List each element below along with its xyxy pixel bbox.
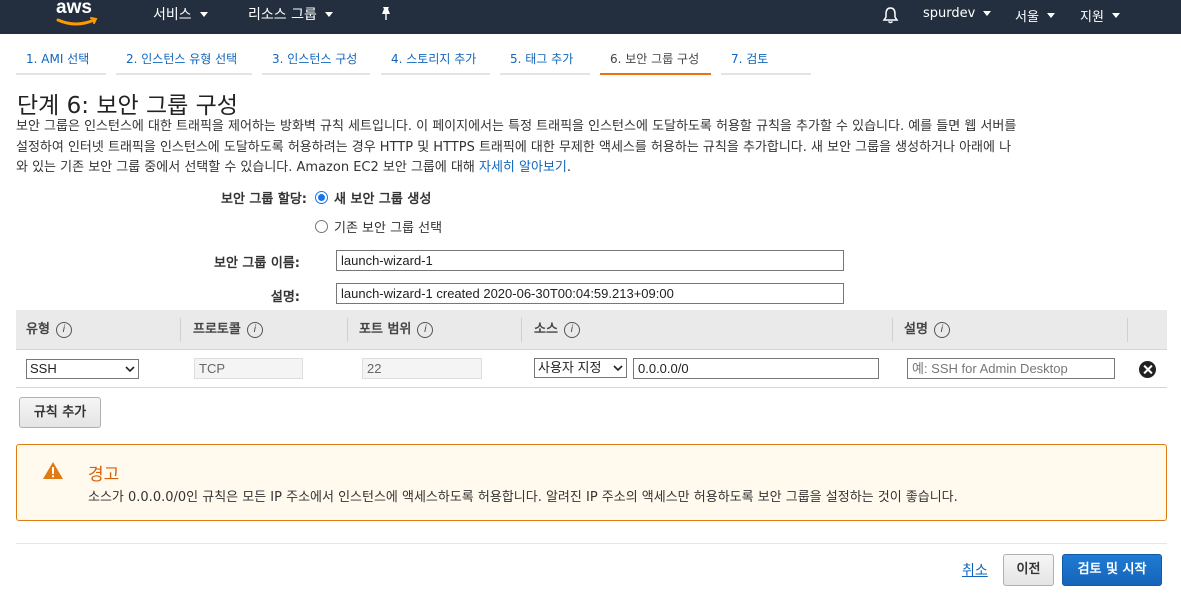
security-group-name-input[interactable]: launch-wizard-1: [336, 250, 844, 271]
description-period: .: [566, 160, 572, 175]
step-tags[interactable]: 5. 태그 추가: [500, 46, 590, 75]
info-icon[interactable]: i: [55, 321, 72, 338]
resource-groups-label: 리소스 그룹: [248, 7, 317, 23]
step-review[interactable]: 7. 검토: [721, 46, 811, 75]
region-label: 서울: [1015, 10, 1039, 25]
security-group-name-label: 보안 그룹 이름:: [213, 256, 300, 271]
top-nav-bar: aws 서비스 리소스 그룹 spurdev 서울 지원: [0, 0, 1181, 34]
pin-icon[interactable]: [379, 6, 393, 22]
radio-new-security-group[interactable]: 새 보안 그룹 생성: [315, 188, 431, 207]
info-icon[interactable]: i: [563, 321, 580, 338]
description-line: 설정하여 인터넷 트래픽을 인스턴스에 도달하도록 허용하려는 경우 HTTP …: [16, 139, 1012, 155]
add-rule-button[interactable]: 규칙 추가: [19, 397, 101, 428]
chevron-down-icon: [1111, 13, 1120, 18]
account-label: spurdev: [923, 6, 976, 21]
warning-title: 경고: [88, 465, 120, 485]
header-type: 유형 i: [16, 310, 72, 350]
services-menu[interactable]: 서비스: [153, 4, 208, 24]
header-port-range: 포트 범위 i: [349, 310, 434, 350]
chevron-down-icon: [613, 364, 623, 372]
chevron-down-icon: [324, 11, 333, 17]
radio-existing-label: 기존 보안 그룹 선택: [334, 221, 443, 236]
column-divider: [892, 318, 893, 342]
chevron-down-icon: [983, 11, 992, 16]
warning-text: 소스가 0.0.0.0/0인 규칙은 모든 IP 주소에서 인스턴스에 액세스하…: [88, 490, 958, 505]
rule-protocol-field: TCP: [194, 358, 303, 379]
remove-rule-icon[interactable]: [1139, 361, 1156, 378]
page-description: 보안 그룹은 인스턴스에 대한 트래픽을 제어하는 방화벽 규칙 세트입니다. …: [16, 117, 1168, 179]
learn-more-link[interactable]: 자세히 알아보기: [479, 160, 567, 175]
header-description: 설명 i: [894, 310, 950, 350]
description-line: 보안 그룹은 인스턴스에 대한 트래픽을 제어하는 방화벽 규칙 세트입니다. …: [16, 119, 1017, 134]
chevron-down-icon: [1046, 13, 1055, 18]
rule-description-input[interactable]: 예: SSH for Admin Desktop: [907, 358, 1115, 379]
support-label: 지원: [1080, 10, 1104, 25]
chevron-down-icon: [125, 366, 135, 373]
aws-logo[interactable]: aws: [56, 0, 100, 30]
info-icon[interactable]: i: [417, 321, 434, 338]
radio-button[interactable]: [315, 220, 328, 233]
aws-smile-icon: [56, 17, 98, 26]
description-text: 와 있는 기존 보안 그룹 중에서 선택할 수 있습니다. Amazon EC2…: [16, 160, 475, 175]
header-source: 소스 i: [524, 310, 580, 350]
step-security-group[interactable]: 6. 보안 그룹 구성: [600, 46, 711, 75]
previous-button[interactable]: 이전: [1003, 554, 1054, 586]
account-menu[interactable]: spurdev: [923, 6, 992, 21]
rule-type-value: SSH: [30, 361, 57, 376]
step-instance-config[interactable]: 3. 인스턴스 구성: [262, 46, 370, 75]
header-protocol: 프로토콜 i: [183, 310, 263, 350]
radio-button-selected[interactable]: [315, 191, 328, 204]
rules-table-header: 유형 i 프로토콜 i 포트 범위 i 소스 i 설명 i: [16, 310, 1167, 350]
chevron-down-icon: [199, 11, 208, 17]
column-divider: [521, 318, 522, 342]
step-storage[interactable]: 4. 스토리지 추가: [381, 46, 490, 75]
column-divider: [347, 318, 348, 342]
rule-source-select[interactable]: 사용자 지정: [534, 358, 627, 378]
bell-icon[interactable]: [882, 6, 899, 24]
services-label: 서비스: [153, 7, 192, 23]
warning-alert: 경고 소스가 0.0.0.0/0인 규칙은 모든 IP 주소에서 인스턴스에 액…: [16, 444, 1167, 521]
description-line: 와 있는 기존 보안 그룹 중에서 선택할 수 있습니다. Amazon EC2…: [16, 158, 1168, 179]
region-menu[interactable]: 서울: [1015, 6, 1055, 25]
rule-port-range-field: 22: [362, 358, 482, 379]
rule-type-select[interactable]: SSH: [26, 359, 139, 379]
footer-divider: [16, 543, 1167, 544]
support-menu[interactable]: 지원: [1080, 6, 1120, 25]
column-divider: [1127, 318, 1128, 342]
assign-security-group-label: 보안 그룹 할당:: [220, 192, 307, 207]
rule-source-type-value: 사용자 지정: [538, 360, 602, 375]
page-title: 단계 6: 보안 그룹 구성: [17, 93, 238, 119]
rule-source-cidr-input[interactable]: 0.0.0.0/0: [633, 358, 879, 379]
cancel-link[interactable]: 취소: [962, 560, 988, 580]
info-icon[interactable]: i: [246, 321, 263, 338]
step-instance-type[interactable]: 2. 인스턴스 유형 선택: [116, 46, 252, 75]
warning-icon: [43, 462, 63, 479]
review-and-launch-button[interactable]: 검토 및 시작: [1062, 554, 1162, 586]
radio-existing-security-group[interactable]: 기존 보안 그룹 선택: [315, 217, 442, 236]
radio-new-label: 새 보안 그룹 생성: [334, 192, 432, 207]
info-icon[interactable]: i: [933, 321, 950, 338]
security-group-description-label: 설명:: [270, 290, 300, 305]
security-group-description-input[interactable]: launch-wizard-1 created 2020-06-30T00:04…: [336, 283, 844, 304]
resource-groups-menu[interactable]: 리소스 그룹: [248, 4, 333, 24]
column-divider: [180, 318, 181, 342]
step-ami[interactable]: 1. AMI 선택: [16, 46, 106, 75]
